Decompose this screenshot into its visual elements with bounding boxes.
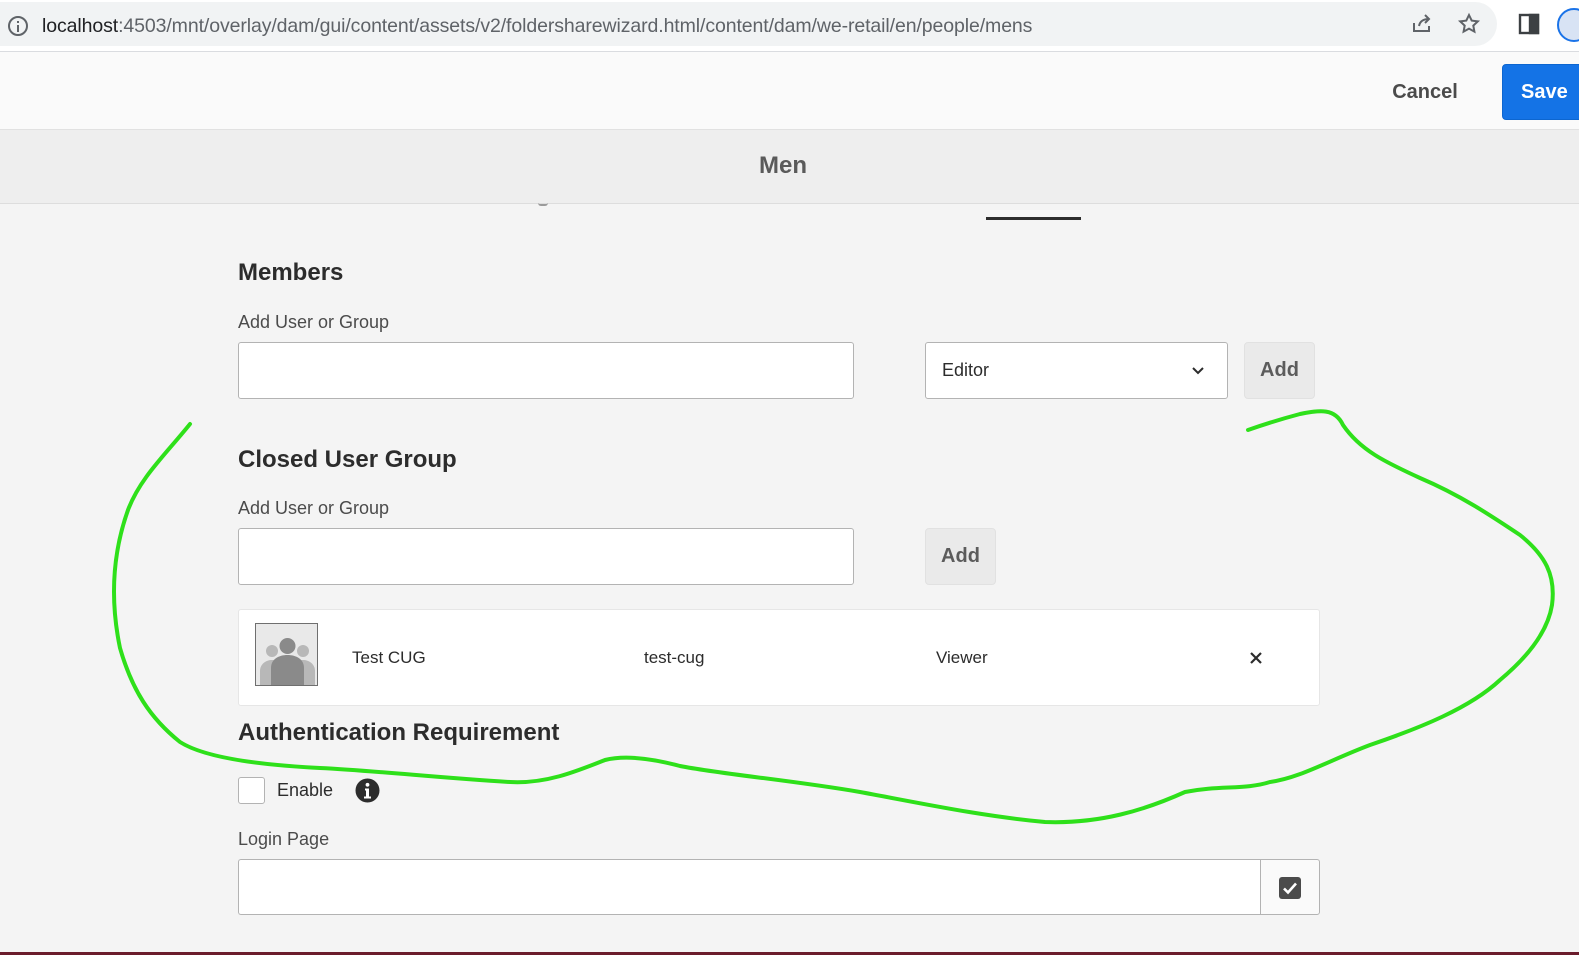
role-select[interactable]: Editor xyxy=(925,342,1228,399)
info-circle-icon[interactable] xyxy=(355,778,380,803)
members-input-label: Add User or Group xyxy=(238,312,390,332)
info-icon[interactable] xyxy=(8,16,28,36)
url-path: :4503/mnt/overlay/dam/gui/content/assets… xyxy=(118,15,1033,37)
group-avatar-icon xyxy=(255,623,318,686)
url-host: localhost xyxy=(42,15,119,37)
members-add-button[interactable]: Add xyxy=(1244,342,1315,399)
members-heading: Members xyxy=(238,259,344,286)
cug-entry-id: test-cug xyxy=(644,648,705,667)
cug-input-label: Add User or Group xyxy=(238,498,390,518)
star-icon[interactable] xyxy=(1457,12,1481,36)
cug-user-input[interactable] xyxy=(238,528,854,585)
page-title: Men xyxy=(759,152,807,179)
remove-entry-button[interactable] xyxy=(1244,646,1268,670)
cug-entry-row: Test CUG test-cug Viewer xyxy=(238,609,1320,706)
auth-heading: Authentication Requirement xyxy=(238,719,560,746)
cancel-button[interactable]: Cancel xyxy=(1373,72,1477,112)
enable-checkbox[interactable] xyxy=(238,777,265,804)
active-tab-indicator xyxy=(986,217,1081,220)
url-text[interactable]: localhost:4503/mnt/overlay/dam/gui/conte… xyxy=(42,15,1032,38)
share-icon[interactable] xyxy=(1410,12,1434,36)
cug-entry-name: Test CUG xyxy=(352,648,426,667)
cug-entry-role: Viewer xyxy=(936,648,988,667)
browser-address-bar: localhost:4503/mnt/overlay/dam/gui/conte… xyxy=(0,0,1579,52)
title-bar: Men xyxy=(0,130,1579,204)
chevron-down-icon xyxy=(1192,367,1204,375)
login-page-input[interactable] xyxy=(238,859,1261,915)
login-page-label: Login Page xyxy=(238,829,330,849)
side-panel-icon[interactable] xyxy=(1517,12,1541,36)
enable-label: Enable xyxy=(277,780,334,800)
omnibox[interactable]: localhost:4503/mnt/overlay/dam/gui/conte… xyxy=(0,2,1497,46)
browse-path-button[interactable] xyxy=(1260,859,1320,915)
page-bottom-edge xyxy=(0,944,1579,955)
cug-add-button[interactable]: Add xyxy=(925,528,996,585)
checkbox-checked-icon xyxy=(1279,877,1301,899)
profile-avatar[interactable] xyxy=(1557,8,1579,42)
wizard-header: Cancel Save xyxy=(0,52,1579,130)
members-user-input[interactable] xyxy=(238,342,854,399)
close-icon xyxy=(1250,652,1262,664)
cug-heading: Closed User Group xyxy=(238,446,457,473)
role-select-value: Editor xyxy=(942,360,990,380)
tab-stub xyxy=(538,203,548,206)
save-button[interactable]: Save xyxy=(1502,64,1579,120)
